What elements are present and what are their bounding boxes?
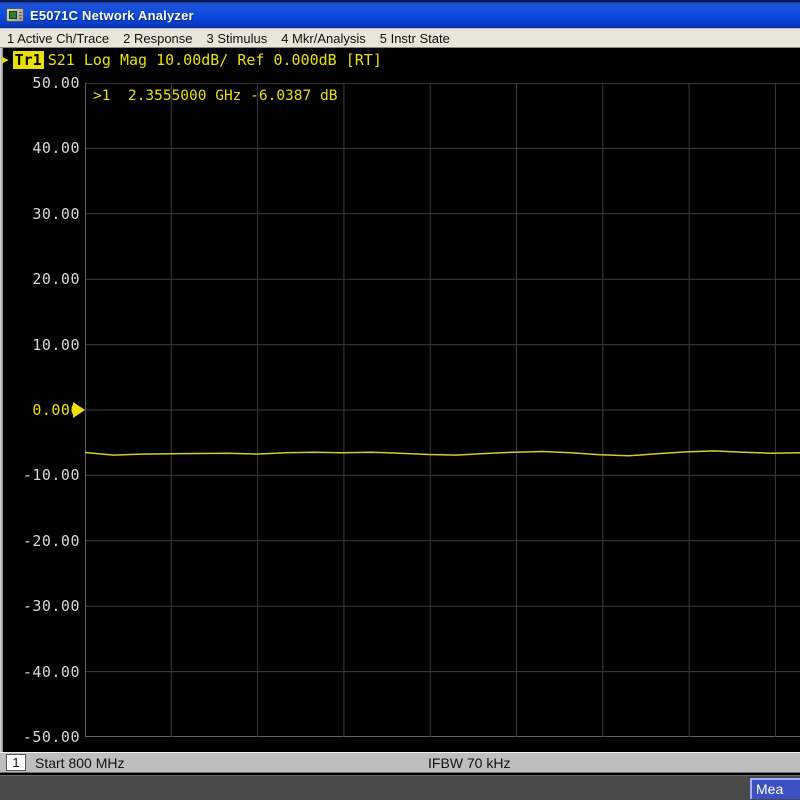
trace1-format-readout: S21 Log Mag 10.00dB/ Ref 0.000dB [RT] — [48, 51, 382, 69]
analyzer-window: E5071C Network Analyzer 1 Active Ch/Trac… — [0, 0, 800, 800]
trace1-line — [85, 451, 800, 456]
y-axis-label: 0.000 — [0, 402, 80, 419]
app-icon[interactable] — [6, 8, 24, 22]
start-frequency-label[interactable]: Start 800 MHz — [35, 755, 124, 771]
y-axis-label: 20.00 — [0, 271, 80, 288]
y-axis-label: 50.00 — [0, 75, 80, 92]
menu-stimulus[interactable]: 3 Stimulus — [207, 31, 268, 46]
meas-softkey-button[interactable]: Mea — [750, 778, 800, 799]
window-title: E5071C Network Analyzer — [30, 8, 194, 23]
y-axis-label: -50.00 — [0, 729, 80, 746]
active-trace-arrow-icon: ▶ — [2, 51, 9, 69]
app-icon-screen — [9, 11, 17, 19]
title-bar[interactable]: E5071C Network Analyzer — [0, 0, 800, 28]
bottom-task-bar: Mea — [0, 775, 800, 800]
menu-mkr-analysis[interactable]: 4 Mkr/Analysis — [281, 31, 366, 46]
y-axis-label: -30.00 — [0, 598, 80, 615]
marker1-readout: >1 2.3555000 GHz -6.0387 dB — [93, 88, 337, 104]
instrument-display: ▶ Tr1 S21 Log Mag 10.00dB/ Ref 0.000dB [… — [0, 48, 800, 752]
y-axis-label: -20.00 — [0, 533, 80, 550]
y-axis-label: 40.00 — [0, 140, 80, 157]
menu-active-ch-trace[interactable]: 1 Active Ch/Trace — [7, 31, 109, 46]
menu-bar: 1 Active Ch/Trace 2 Response 3 Stimulus … — [0, 28, 800, 48]
menu-instr-state[interactable]: 5 Instr State — [380, 31, 450, 46]
trace-status-bar: ▶ Tr1 S21 Log Mag 10.00dB/ Ref 0.000dB [… — [2, 51, 382, 69]
graticule-plot[interactable] — [85, 83, 800, 737]
y-axis-label: -10.00 — [0, 467, 80, 484]
y-axis-label: -40.00 — [0, 664, 80, 681]
reference-level-arrow[interactable] — [73, 402, 85, 418]
channel-number-box: 1 — [6, 754, 26, 771]
channel-status-bar: 1 Start 800 MHz IFBW 70 kHz — [0, 752, 800, 773]
menu-response[interactable]: 2 Response — [123, 31, 192, 46]
y-axis-label: 30.00 — [0, 206, 80, 223]
y-axis-label: 10.00 — [0, 337, 80, 354]
app-icon-buttons — [19, 12, 22, 19]
ifbw-label[interactable]: IFBW 70 kHz — [428, 755, 510, 771]
trace1-chip[interactable]: Tr1 — [13, 51, 44, 69]
